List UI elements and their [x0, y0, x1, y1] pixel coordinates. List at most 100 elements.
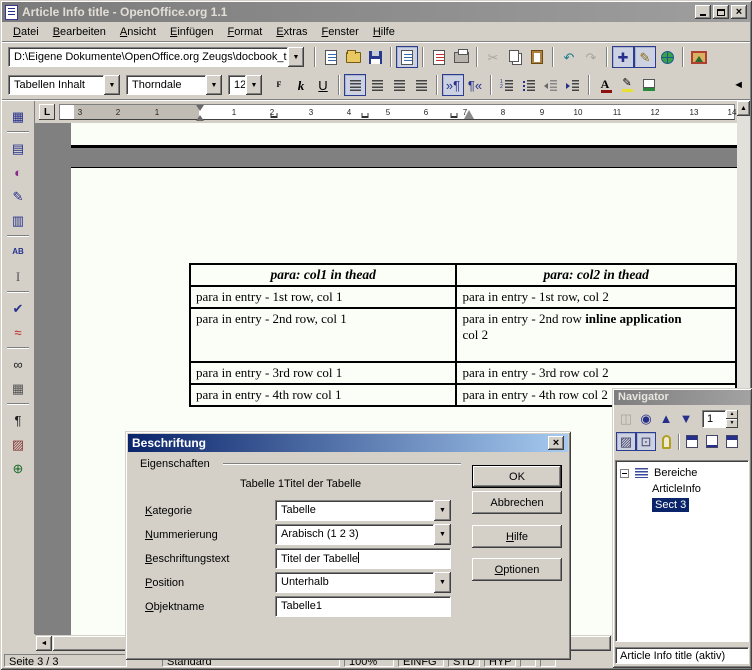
autotext-button[interactable]: AB	[5, 240, 31, 264]
paragraph-style-combo[interactable]: Tabellen Inhalt ▼	[8, 75, 120, 95]
footer-button[interactable]	[702, 432, 722, 451]
position-combo[interactable]: Unterhalb ▼	[275, 572, 451, 593]
graphics-toggle-button[interactable]: ▨	[5, 432, 31, 456]
menu-einfuegen[interactable]: Einfügen	[163, 24, 220, 40]
tree-item-label-selected[interactable]: Sect 3	[652, 498, 689, 512]
menu-extras[interactable]: Extras	[269, 24, 314, 40]
font-size-value[interactable]: 12	[228, 75, 246, 95]
horizontal-ruler[interactable]: 3211234567891011121314	[59, 104, 735, 120]
data-sources-button[interactable]: ▦	[5, 376, 31, 400]
ok-button[interactable]: OK	[472, 465, 562, 488]
spellcheck-button[interactable]: ✔	[5, 296, 31, 320]
navigator-document-list[interactable]: Article Info title (aktiv)	[615, 647, 749, 664]
tree-item-sect3[interactable]: Sect 3	[618, 497, 746, 513]
insert-object-button[interactable]: ◐	[5, 160, 31, 184]
objektname-input[interactable]: Tabelle1	[275, 596, 451, 617]
insert-fields-button[interactable]: ▤	[5, 136, 31, 160]
font-dropdown-button[interactable]: ▼	[206, 75, 222, 95]
objektname-value[interactable]: Tabelle1	[275, 596, 451, 617]
navigation-button[interactable]: ◉	[636, 409, 656, 428]
tree-item-articleinfo[interactable]: ArticleInfo	[618, 481, 746, 497]
paragraph-background-button[interactable]	[638, 74, 660, 96]
save-button[interactable]	[364, 46, 386, 68]
insert-table-button[interactable]: ▦	[5, 104, 31, 128]
menu-ansicht[interactable]: Ansicht	[113, 24, 163, 40]
table-cell[interactable]: para in entry - 1st row, col 2	[456, 286, 736, 308]
cancel-button[interactable]: Abbrechen	[472, 491, 562, 514]
table-header-cell[interactable]: para: col1 in thead	[190, 264, 456, 286]
options-button[interactable]: Optionen	[472, 558, 562, 581]
increase-indent-button[interactable]	[562, 74, 584, 96]
tree-item-bereiche[interactable]: Bereiche	[618, 465, 746, 481]
table-cell[interactable]: para in entry - 2nd row inline applicati…	[456, 308, 736, 362]
print-button[interactable]	[450, 46, 472, 68]
tab-stop-marker[interactable]	[451, 113, 458, 118]
right-indent-marker[interactable]	[464, 110, 474, 119]
next-marker-button[interactable]: ▼	[676, 409, 696, 428]
online-layout-button[interactable]: ⊕	[5, 456, 31, 480]
table-cell[interactable]: para in entry - 3rd row col 2	[456, 362, 736, 384]
position-dropdown-button[interactable]: ▼	[434, 572, 451, 593]
load-url-combo[interactable]: D:\Eigene Dokumente\OpenOffice.org Zeugs…	[8, 47, 304, 67]
font-name-value[interactable]: Thorndale	[126, 75, 206, 95]
menu-fenster[interactable]: Fenster	[315, 24, 366, 40]
table-cell[interactable]: para in entry - 3rd row col 1	[190, 362, 456, 384]
menu-datei[interactable]: Datei	[6, 24, 46, 40]
table-cell[interactable]: para in entry - 4th row col 1	[190, 384, 456, 406]
scroll-up-button[interactable]: ▲	[737, 101, 750, 116]
draw-functions-button[interactable]: ✎	[5, 184, 31, 208]
italic-button[interactable]: k	[290, 74, 312, 96]
collapse-icon[interactable]	[620, 469, 629, 478]
align-center-button[interactable]	[366, 74, 388, 96]
new-document-button[interactable]	[320, 46, 342, 68]
underline-button[interactable]: U	[312, 74, 334, 96]
dialog-title-bar[interactable]: Beschriftung ×	[128, 434, 568, 452]
send-document-button[interactable]	[428, 46, 450, 68]
navigator-title-bar[interactable]: Navigator	[614, 390, 750, 405]
tree-item-label[interactable]: Bereiche	[654, 467, 697, 479]
nonprinting-characters-button[interactable]: ¶	[5, 408, 31, 432]
insert-form-button[interactable]: ▥	[5, 208, 31, 232]
scroll-left-button[interactable]: ◄	[36, 636, 52, 651]
undo-button[interactable]: ↶	[558, 46, 580, 68]
numbered-list-button[interactable]	[496, 74, 518, 96]
open-button[interactable]	[342, 46, 364, 68]
bullet-list-button[interactable]	[518, 74, 540, 96]
help-button[interactable]: Hilfe	[472, 525, 562, 548]
menu-bearbeiten[interactable]: Bearbeiten	[46, 24, 113, 40]
table-header-cell[interactable]: para: col2 in thead	[456, 264, 736, 286]
previous-marker-button[interactable]: ▲	[656, 409, 676, 428]
paragraph-style-value[interactable]: Tabellen Inhalt	[8, 75, 104, 95]
find-button[interactable]: ∞	[5, 352, 31, 376]
nummerierung-dropdown-button[interactable]: ▼	[434, 524, 451, 545]
toolbar-overflow-arrow[interactable]: ◄	[733, 79, 744, 91]
tab-stop-marker[interactable]	[362, 113, 369, 118]
url-dropdown-button[interactable]: ▼	[288, 47, 304, 67]
decrease-indent-button[interactable]	[540, 74, 562, 96]
table-cell[interactable]: para in entry - 1st row, col 1	[190, 286, 456, 308]
dialog-close-button[interactable]: ×	[548, 436, 564, 450]
indent-marker[interactable]	[196, 105, 205, 121]
menu-format[interactable]: Format	[220, 24, 269, 40]
kategorie-value[interactable]: Tabelle	[275, 500, 434, 521]
minimize-button[interactable]	[695, 5, 711, 19]
spinner-arrows[interactable]: ▲▼	[726, 410, 738, 428]
spin-down-icon[interactable]: ▼	[726, 419, 738, 428]
tree-item-label[interactable]: ArticleInfo	[652, 483, 701, 495]
header-button[interactable]	[682, 432, 702, 451]
font-size-combo[interactable]: 12 ▼	[228, 75, 262, 95]
align-right-button[interactable]	[388, 74, 410, 96]
size-dropdown-button[interactable]: ▼	[246, 75, 262, 95]
set-reminder-button[interactable]	[656, 432, 676, 451]
caption-dialog[interactable]: Beschriftung × Eigenschaften Tabelle 1Ti…	[125, 431, 571, 660]
navigator-button[interactable]: ✚	[612, 46, 634, 68]
tab-stop-marker[interactable]	[271, 113, 278, 118]
font-color-button[interactable]: A	[594, 74, 616, 96]
document-table[interactable]: para: col1 in thead para: col2 in thead …	[189, 263, 737, 407]
nummerierung-value[interactable]: Arabisch (1 2 3)	[275, 524, 434, 545]
tab-selector-button[interactable]: L	[39, 104, 55, 120]
hyperlink-bar-button[interactable]	[656, 46, 678, 68]
list-box-toggle-button[interactable]: ▨	[616, 432, 636, 451]
direct-cursor-button[interactable]: I	[5, 264, 31, 288]
position-value[interactable]: Unterhalb	[275, 572, 434, 593]
